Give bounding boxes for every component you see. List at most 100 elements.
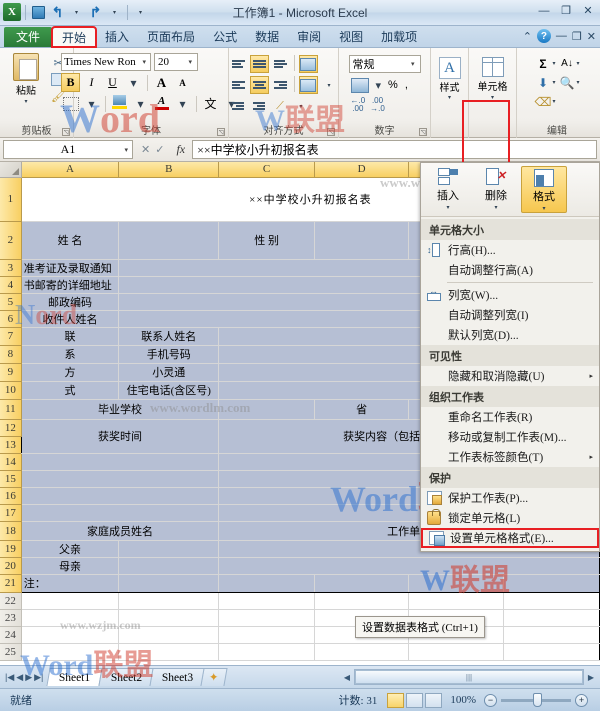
alignment-dialog-launcher[interactable]: ◹ (327, 128, 335, 136)
phonetic-guide-button[interactable]: 文 (201, 94, 220, 113)
tab-page-layout[interactable]: 页面布局 (138, 27, 204, 47)
cell[interactable] (20, 469, 220, 488)
cell[interactable]: 性 别 (218, 220, 315, 260)
tab-data[interactable]: 数据 (246, 27, 288, 47)
cell[interactable] (218, 573, 315, 593)
menu-item-column-width[interactable]: ↔ 列宽(W)... (421, 285, 599, 305)
clipboard-dialog-launcher[interactable]: ◹ (62, 128, 70, 136)
row-header-25[interactable]: 25 (0, 643, 22, 661)
minimize-button[interactable]: — (536, 4, 552, 17)
first-sheet-button[interactable]: |◀ (5, 672, 14, 683)
cell[interactable]: 注： (20, 573, 120, 593)
scrollbar-thumb[interactable]: ||| (355, 670, 583, 684)
cell[interactable]: 系 (20, 344, 120, 364)
zoom-out-button[interactable]: − (484, 693, 497, 707)
cell[interactable] (408, 591, 504, 610)
zoom-thumb[interactable] (533, 692, 542, 707)
last-sheet-button[interactable]: ▶| (34, 672, 43, 683)
insert-cells-dropdown-icon[interactable]: ▾ (446, 204, 449, 211)
cell[interactable]: 姓 名 (20, 220, 120, 260)
font-name-input[interactable]: Times New Ron ▾ (61, 53, 151, 71)
name-box-dropdown-icon[interactable]: ▾ (124, 146, 128, 154)
font-color-button[interactable]: A (152, 94, 171, 113)
cell[interactable] (218, 556, 600, 575)
cell[interactable]: 邮政编码 (20, 292, 120, 311)
tab-formulas[interactable]: 公式 (204, 27, 246, 47)
styles-button[interactable]: A 样式 ▾ (435, 57, 465, 101)
tab-file[interactable]: 文件 (4, 27, 53, 47)
page-layout-view-button[interactable] (406, 692, 424, 708)
column-header-c[interactable]: C (218, 162, 315, 178)
orientation-button[interactable]: ⟋ (271, 97, 290, 115)
ribbon-restore-icon[interactable]: ❐ (572, 30, 582, 43)
number-format-select[interactable]: 常规 ▾ (348, 55, 421, 73)
align-right-button[interactable] (271, 76, 290, 94)
menu-item-default-width[interactable]: 默认列宽(D)... (421, 325, 599, 345)
row-header-16[interactable]: 16 (0, 487, 22, 505)
cell[interactable] (118, 220, 220, 260)
font-dialog-launcher[interactable]: ◹ (217, 128, 225, 136)
ribbon-close-icon[interactable]: ✕ (587, 30, 596, 43)
increase-decimal-button[interactable]: ←.0.00 (351, 97, 366, 113)
cell[interactable]: 住宅电话(含区号) (118, 380, 220, 400)
scroll-left-button[interactable]: ◀ (340, 669, 354, 685)
find-select-button[interactable]: 🔍 ▾ (559, 74, 580, 91)
cell[interactable] (218, 625, 315, 644)
styles-dropdown-icon[interactable]: ▾ (448, 94, 451, 101)
row-header-5[interactable]: 5 (0, 293, 22, 311)
help-icon[interactable]: ? (536, 29, 551, 43)
accounting-format-button[interactable] (349, 76, 371, 94)
cell[interactable]: 联系人姓名 (118, 326, 220, 346)
cell[interactable]: 母亲 (20, 556, 120, 575)
row-header-7[interactable]: 7 (0, 327, 22, 346)
row-header-17[interactable]: 17 (0, 504, 22, 522)
menu-item-rename-sheet[interactable]: 重命名工作表(R) (421, 407, 599, 427)
confirm-formula-icon[interactable]: ✓ (155, 143, 164, 156)
font-color-dropdown-icon[interactable]: ▾ (173, 94, 192, 113)
cell[interactable] (218, 398, 315, 420)
row-header-18[interactable]: 18 (0, 521, 22, 541)
formula-input[interactable]: ××中学校小升初报名表 (192, 140, 597, 159)
percent-style-button[interactable]: % (386, 76, 400, 94)
cell[interactable] (408, 642, 504, 661)
tab-review[interactable]: 审阅 (288, 27, 330, 47)
cell[interactable] (313, 591, 410, 610)
number-format-dropdown-icon[interactable]: ▾ (411, 60, 417, 68)
format-cells-button[interactable]: 格式 ▾ (521, 166, 567, 213)
cell[interactable] (20, 503, 220, 522)
fill-button[interactable]: ⬇ ▾ (534, 74, 556, 91)
menu-item-autofit-row-height[interactable]: 自动调整行高(A) (421, 260, 599, 280)
borders-button[interactable] (61, 94, 80, 113)
row-header-9[interactable]: 9 (0, 363, 22, 382)
zoom-slider[interactable]: − + (484, 692, 600, 707)
cell[interactable] (20, 642, 120, 661)
decrease-decimal-button[interactable]: .00 →.0 (370, 97, 385, 113)
cell[interactable]: 手机号码 (118, 344, 220, 364)
select-all-corner[interactable] (0, 162, 22, 178)
row-header-12[interactable]: 12 (0, 419, 22, 437)
column-header-b[interactable]: B (118, 162, 220, 178)
cell[interactable]: 小灵通 (118, 362, 220, 382)
cell[interactable] (313, 642, 410, 661)
row-header-24[interactable]: 24 (0, 626, 22, 644)
underline-button[interactable]: U (103, 73, 122, 92)
cell[interactable] (503, 573, 600, 593)
cell[interactable] (503, 642, 600, 661)
wrap-text-button[interactable] (298, 55, 318, 73)
scroll-right-button[interactable]: ▶ (584, 669, 598, 685)
cell[interactable] (503, 625, 600, 644)
cell[interactable] (218, 642, 315, 661)
italic-button[interactable]: I (82, 73, 101, 92)
cell[interactable] (503, 591, 600, 610)
cell[interactable] (20, 486, 220, 505)
sheet-tab-sheet2[interactable]: Sheet2 (98, 668, 155, 686)
cells-dropdown-icon[interactable]: ▾ (491, 94, 494, 101)
row-header-14[interactable]: 14 (0, 453, 22, 471)
cells-button[interactable]: 单元格 ▾ (473, 57, 513, 101)
restore-button[interactable]: ❐ (558, 4, 574, 17)
align-top-button[interactable] (229, 55, 248, 73)
row-header-22[interactable]: 22 (0, 592, 22, 610)
cell[interactable] (118, 591, 220, 610)
font-size-dropdown-icon[interactable]: ▾ (188, 58, 194, 66)
cancel-formula-icon[interactable]: ✕ (141, 143, 150, 156)
